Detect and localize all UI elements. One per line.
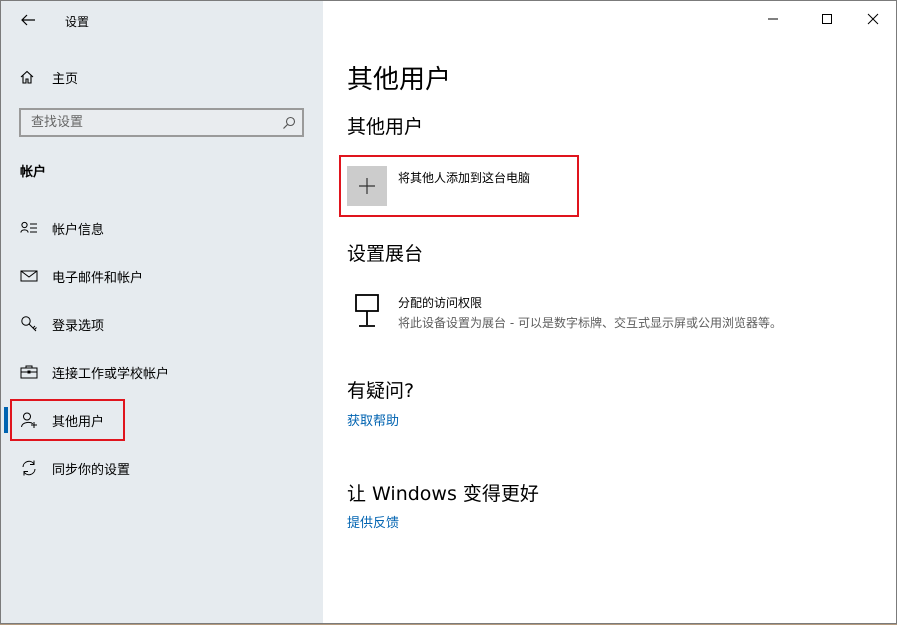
settings-window: 设置 主页 帐户 帐户信息 xyxy=(0,0,897,624)
add-other-user-label: 将其他人添加到这台电脑 xyxy=(398,171,531,185)
section-title: 帐户 xyxy=(20,165,47,180)
home-label: 主页 xyxy=(52,71,79,87)
search-input[interactable] xyxy=(21,110,281,135)
sidebar-item-label: 帐户信息 xyxy=(52,222,105,238)
sidebar: 设置 主页 帐户 帐户信息 xyxy=(1,1,323,623)
sidebar-item-label: 登录选项 xyxy=(52,318,105,334)
assigned-access-title: 分配的访问权限 xyxy=(398,296,483,310)
close-button[interactable] xyxy=(850,1,896,37)
maximize-icon xyxy=(822,14,832,24)
minimize-button[interactable] xyxy=(750,1,796,37)
minimize-icon xyxy=(768,18,778,20)
sidebar-item-label: 电子邮件和帐户 xyxy=(52,270,144,286)
sidebar-home[interactable]: 主页 xyxy=(19,65,78,89)
sync-icon xyxy=(19,458,39,478)
feedback-heading: 让 Windows 变得更好 xyxy=(347,483,539,505)
back-arrow-icon xyxy=(21,14,35,26)
sidebar-item-sync[interactable]: 同步你的设置 xyxy=(1,448,323,488)
add-other-user-button[interactable]: 将其他人添加到这台电脑 xyxy=(347,166,530,206)
help-heading: 有疑问? xyxy=(347,380,415,402)
active-indicator xyxy=(4,407,8,433)
other-users-heading: 其他用户 xyxy=(347,116,424,138)
maximize-button[interactable] xyxy=(804,1,850,37)
key-icon xyxy=(19,314,39,334)
get-help-link[interactable]: 获取帮助 xyxy=(347,410,399,429)
back-button[interactable] xyxy=(15,7,41,33)
main-content: 其他用户 其他用户 将其他人添加到这台电脑 设置展台 分配的访问权限 将此设备设… xyxy=(323,1,896,623)
mail-icon xyxy=(19,266,39,286)
search-box[interactable] xyxy=(19,108,304,137)
give-feedback-link[interactable]: 提供反馈 xyxy=(347,512,399,531)
kiosk-heading: 设置展台 xyxy=(347,243,424,265)
search-icon[interactable] xyxy=(282,116,296,130)
sidebar-item-other-users[interactable]: 其他用户 xyxy=(1,400,323,440)
home-icon xyxy=(20,70,34,84)
sidebar-item-sign-in[interactable]: 登录选项 xyxy=(1,304,323,344)
sidebar-item-account-info[interactable]: 帐户信息 xyxy=(1,208,323,248)
sidebar-item-work-school[interactable]: 连接工作或学校帐户 xyxy=(1,352,323,392)
add-person-icon xyxy=(19,410,39,430)
sidebar-item-label: 其他用户 xyxy=(52,414,105,430)
assigned-access-description: 将此设备设置为展台 - 可以是数字标牌、交互式显示屏或公用浏览器等。 xyxy=(398,316,782,330)
page-title: 其他用户 xyxy=(347,65,452,95)
briefcase-icon xyxy=(19,362,39,382)
sidebar-item-label: 同步你的设置 xyxy=(52,462,131,478)
app-title: 设置 xyxy=(65,15,90,29)
close-icon xyxy=(867,13,879,25)
assigned-access-item[interactable]: 分配的访问权限 将此设备设置为展台 - 可以是数字标牌、交互式显示屏或公用浏览器… xyxy=(353,293,800,332)
plus-icon xyxy=(347,166,387,206)
sidebar-item-label: 连接工作或学校帐户 xyxy=(52,366,170,382)
kiosk-icon xyxy=(355,294,379,327)
sidebar-item-email[interactable]: 电子邮件和帐户 xyxy=(1,256,323,296)
account-info-icon xyxy=(19,218,39,238)
